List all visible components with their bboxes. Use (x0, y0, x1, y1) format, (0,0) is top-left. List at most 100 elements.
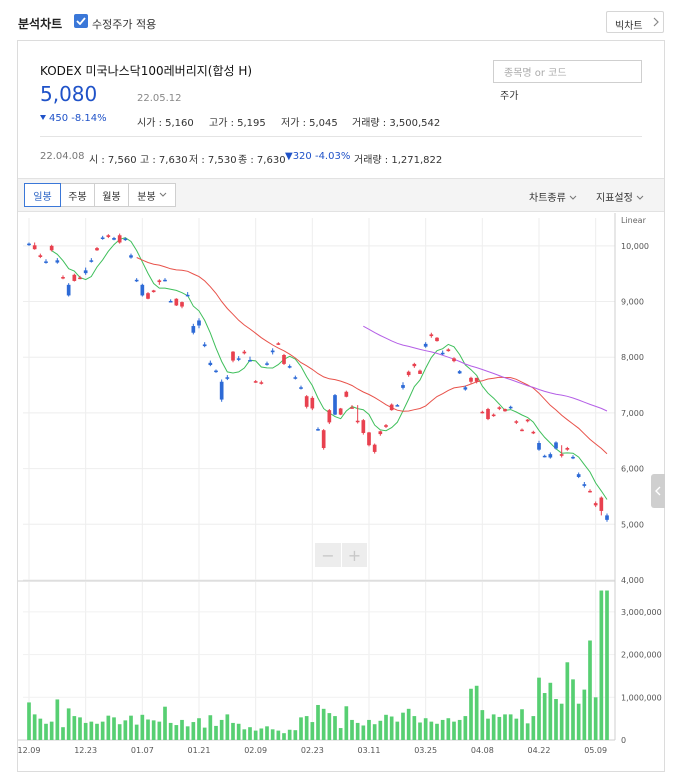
date-tick-label: 03.11 (358, 746, 381, 755)
volume-bar (134, 724, 139, 740)
volume-bar (440, 719, 445, 740)
volume-bar (265, 726, 269, 740)
candle-body (435, 337, 439, 342)
volume-bar (423, 718, 428, 740)
volume-bar (361, 725, 366, 740)
candle-body (429, 334, 434, 337)
volume-bar (582, 689, 587, 740)
volume-bar (571, 679, 575, 740)
quick-chart-button[interactable]: 빅차트 (606, 11, 664, 33)
volume-tick-label: 3,000,000 (621, 608, 662, 617)
volume-bar (191, 722, 196, 740)
zoom-out-button[interactable]: − (315, 543, 341, 567)
candle-body (100, 237, 105, 239)
candle-body (146, 293, 150, 299)
volume-bar (452, 721, 456, 740)
volume-bar (117, 724, 122, 740)
volume-bar (49, 721, 54, 740)
scale-label: Linear (621, 216, 647, 225)
volume-bar (344, 706, 349, 740)
candle-body (157, 280, 162, 283)
volume-bar (287, 729, 292, 740)
volume-bar (508, 714, 513, 740)
candle-body (406, 371, 411, 376)
volume-bar (435, 723, 439, 740)
candle-body (469, 377, 473, 382)
candle-body (208, 362, 213, 366)
price-change: 450 -8.14% (40, 113, 107, 124)
candle-body (599, 497, 604, 511)
candle-body (304, 396, 309, 407)
search-kind-label[interactable]: 주가 (500, 87, 518, 102)
volume-tick-label: 2,000,000 (621, 651, 662, 660)
price-tick-label: 9,000 (621, 298, 644, 307)
candle-body (508, 406, 513, 409)
candle-body (287, 366, 292, 368)
candle-body (333, 395, 337, 415)
candle-body (293, 377, 298, 379)
chevron-left-icon (655, 486, 661, 496)
stock-chart[interactable]: Linear 4,000 5,000 6,000 7,000 8,000 9,000 10,0… (18, 213, 664, 765)
indicator-settings-button[interactable]: 지표설정 (596, 189, 644, 204)
candle-body (446, 349, 451, 352)
side-panel-toggle[interactable] (651, 474, 665, 508)
indicator-settings-label: 지표설정 (596, 193, 633, 204)
stat-volume: 거래량 : 3,500,542 (352, 118, 441, 129)
volume-bar (129, 715, 133, 740)
volume-bar (406, 708, 411, 740)
candle-body (588, 490, 592, 493)
volume-bar (491, 714, 496, 740)
volume-bar (486, 718, 490, 740)
volume-bar (208, 715, 213, 740)
stock-search[interactable] (493, 60, 642, 84)
volume-bar (605, 590, 609, 740)
candle-body (372, 444, 377, 452)
candle-body (140, 284, 145, 296)
volume-bar (123, 720, 128, 740)
change-amount: 450 (49, 113, 69, 124)
volume-bar (599, 590, 604, 740)
price-tick-label: 5,000 (621, 520, 644, 529)
volume-bar (225, 714, 230, 740)
chart-type-label: 차트종류 (529, 193, 566, 204)
volume-bar (542, 693, 547, 740)
current-price: 5,080 (40, 82, 98, 106)
volume-bar (520, 709, 524, 740)
date-tick-label: 02.23 (301, 746, 324, 755)
volume-bar (106, 715, 111, 740)
candle-body (95, 248, 99, 251)
divider (40, 136, 642, 137)
stock-search-input[interactable] (494, 63, 641, 84)
chart-type-button[interactable]: 차트종류 (529, 189, 577, 204)
candle-body (593, 503, 598, 506)
zoom-in-button[interactable]: + (341, 543, 367, 567)
candle-body (270, 350, 275, 353)
volume-bar (95, 723, 99, 740)
candle-body (202, 344, 207, 347)
volume-bar (531, 716, 536, 740)
adjusted-price-checkbox[interactable] (74, 14, 88, 28)
volume-bar (270, 729, 275, 740)
candle-body (537, 442, 541, 450)
volume-bar (367, 719, 371, 740)
volume-bar (259, 728, 264, 740)
candle-body (548, 454, 553, 458)
volume-bar (66, 708, 71, 740)
tab-daily[interactable]: 일봉 (24, 183, 61, 207)
candle-body (554, 442, 558, 449)
volume-bar (389, 716, 394, 740)
volume-bar (333, 716, 337, 740)
candle-body (378, 431, 383, 435)
tab-monthly[interactable]: 월봉 (94, 183, 129, 207)
volume-bar (83, 722, 88, 740)
candle-body (321, 430, 326, 449)
date-tick-label: 01.21 (188, 746, 211, 755)
adjusted-price-label[interactable]: 수정주가 적용 (92, 16, 156, 32)
volume-bar (163, 706, 167, 740)
tab-weekly[interactable]: 주봉 (60, 183, 95, 207)
candle-body (525, 419, 530, 422)
tab-minute[interactable]: 분봉 (128, 183, 176, 207)
volume-bar (548, 682, 553, 740)
candle-body (531, 431, 536, 434)
volume-bar (469, 688, 473, 740)
